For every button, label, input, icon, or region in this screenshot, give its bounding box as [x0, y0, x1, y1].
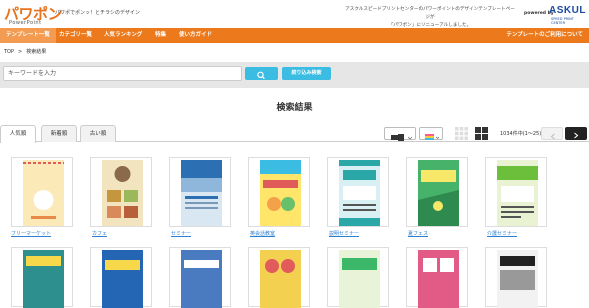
paper-size-icon: [391, 134, 413, 141]
template-thumbnail: [181, 160, 222, 226]
chevron-left-icon: [550, 133, 555, 140]
prev-page-button[interactable]: [541, 127, 563, 140]
template-card-care-seminar[interactable]: [485, 157, 547, 227]
template-thumbnail: [181, 250, 222, 308]
search-button[interactable]: [245, 67, 278, 80]
tab-oldest[interactable]: 古い順: [80, 125, 116, 142]
nav-guide[interactable]: 使い方ガイド: [179, 28, 212, 43]
filter-search-button[interactable]: 絞り込み検索: [282, 67, 331, 80]
template-thumbnail: [418, 250, 459, 308]
template-thumbnail: [418, 160, 459, 226]
nav-template-list[interactable]: テンプレート一覧: [0, 28, 56, 43]
nav-category-list[interactable]: カテゴリ一覧: [59, 28, 92, 43]
tab-popular[interactable]: 人気順: [0, 125, 36, 143]
next-page-button[interactable]: [565, 127, 587, 140]
template-card[interactable]: [327, 247, 389, 308]
template-label-briefing-seminar[interactable]: 説明セミナー: [329, 230, 359, 237]
notice-line-1: アスクルスピードプリントセンターのパワーポイントのデザインテンプレートページが: [345, 7, 515, 20]
template-card[interactable]: [169, 247, 231, 308]
template-card[interactable]: [485, 247, 547, 308]
color-palette-icon: [425, 134, 440, 140]
template-card[interactable]: [11, 247, 73, 308]
size-filter-dropdown[interactable]: [384, 127, 416, 141]
breadcrumb-separator: >: [18, 49, 23, 55]
template-thumbnail: [260, 160, 301, 226]
tagline: パワポでポンッ！とチラシのデザイン: [55, 10, 140, 16]
template-thumbnail: [260, 250, 301, 308]
chevron-right-icon: [574, 132, 579, 139]
template-card-summer-fes[interactable]: [406, 157, 468, 227]
template-thumbnail: [102, 160, 143, 226]
search-icon: [257, 71, 265, 80]
results-title: 検索結果: [276, 103, 313, 113]
template-label-seminar[interactable]: セミナー: [171, 230, 191, 237]
logo-subtitle: PowerPoint: [9, 20, 42, 26]
nav-template-usage[interactable]: テンプレートのご利用について: [506, 28, 583, 43]
template-thumbnail: [23, 160, 64, 226]
template-card[interactable]: [406, 247, 468, 308]
template-thumbnail: [339, 160, 380, 226]
askul-logo[interactable]: ASKUL: [549, 5, 586, 16]
breadcrumb: TOP > 検索結果: [4, 48, 50, 55]
template-card-briefing-seminar[interactable]: [327, 157, 389, 227]
nav-ranking[interactable]: 人気ランキング: [104, 28, 142, 43]
breadcrumb-current: 検索結果: [26, 49, 47, 55]
template-card-flea-market[interactable]: [11, 157, 73, 227]
template-thumbnail: [497, 250, 538, 308]
template-thumbnail: [339, 250, 380, 308]
template-card-seminar[interactable]: [169, 157, 231, 227]
breadcrumb-top[interactable]: TOP: [4, 49, 14, 55]
template-label-cafe[interactable]: カフェ: [92, 230, 107, 237]
template-label-english-school[interactable]: 英会話教室: [250, 230, 275, 237]
grid-large-view-icon[interactable]: [475, 127, 488, 140]
tab-newest[interactable]: 新着順: [41, 125, 77, 142]
template-thumbnail: [102, 250, 143, 308]
askul-logo-sub: SPEED PRINT CENTER: [551, 17, 574, 25]
result-count: 1034件中(1〜25): [500, 131, 542, 137]
template-card[interactable]: [248, 247, 310, 308]
nav-feature[interactable]: 特集: [155, 28, 166, 43]
template-thumbnail: [23, 250, 64, 308]
template-label-care-seminar[interactable]: 介護セミナー: [487, 230, 517, 237]
search-input[interactable]: キーワードを入力: [3, 66, 242, 81]
grid-small-view-icon[interactable]: [455, 127, 468, 140]
template-card-english-school[interactable]: [248, 157, 310, 227]
template-label-flea-market[interactable]: フリーマーケット: [11, 230, 51, 237]
template-card-cafe[interactable]: [90, 157, 152, 227]
template-thumbnail: [497, 160, 538, 226]
main-nav: テンプレート一覧 カテゴリ一覧 人気ランキング 特集 使い方ガイド テンプレート…: [0, 28, 589, 43]
color-filter-dropdown[interactable]: [419, 127, 443, 140]
renewal-notice: アスクルスピードプリントセンターのパワーポイントのデザインテンプレートページが …: [345, 6, 515, 30]
template-card[interactable]: [90, 247, 152, 308]
site-header: パワポン PowerPoint パワポでポンッ！とチラシのデザイン アスクルスピ…: [0, 0, 589, 28]
template-label-summer-fes[interactable]: 夏フェス: [408, 230, 428, 237]
